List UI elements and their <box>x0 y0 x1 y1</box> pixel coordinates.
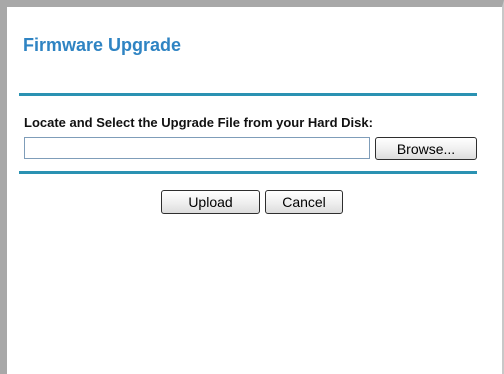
upgrade-file-path-input[interactable] <box>24 137 370 159</box>
section-divider-top <box>19 93 477 96</box>
firmware-upgrade-panel: Firmware Upgrade Locate and Select the U… <box>0 0 504 374</box>
page-title: Firmware Upgrade <box>23 35 182 55</box>
upload-button[interactable]: Upload <box>161 190 260 214</box>
section-divider-bottom <box>19 171 477 174</box>
upgrade-file-label: Locate and Select the Upgrade File from … <box>24 115 373 130</box>
cancel-button[interactable]: Cancel <box>265 190 343 214</box>
browse-button[interactable]: Browse... <box>375 137 477 160</box>
